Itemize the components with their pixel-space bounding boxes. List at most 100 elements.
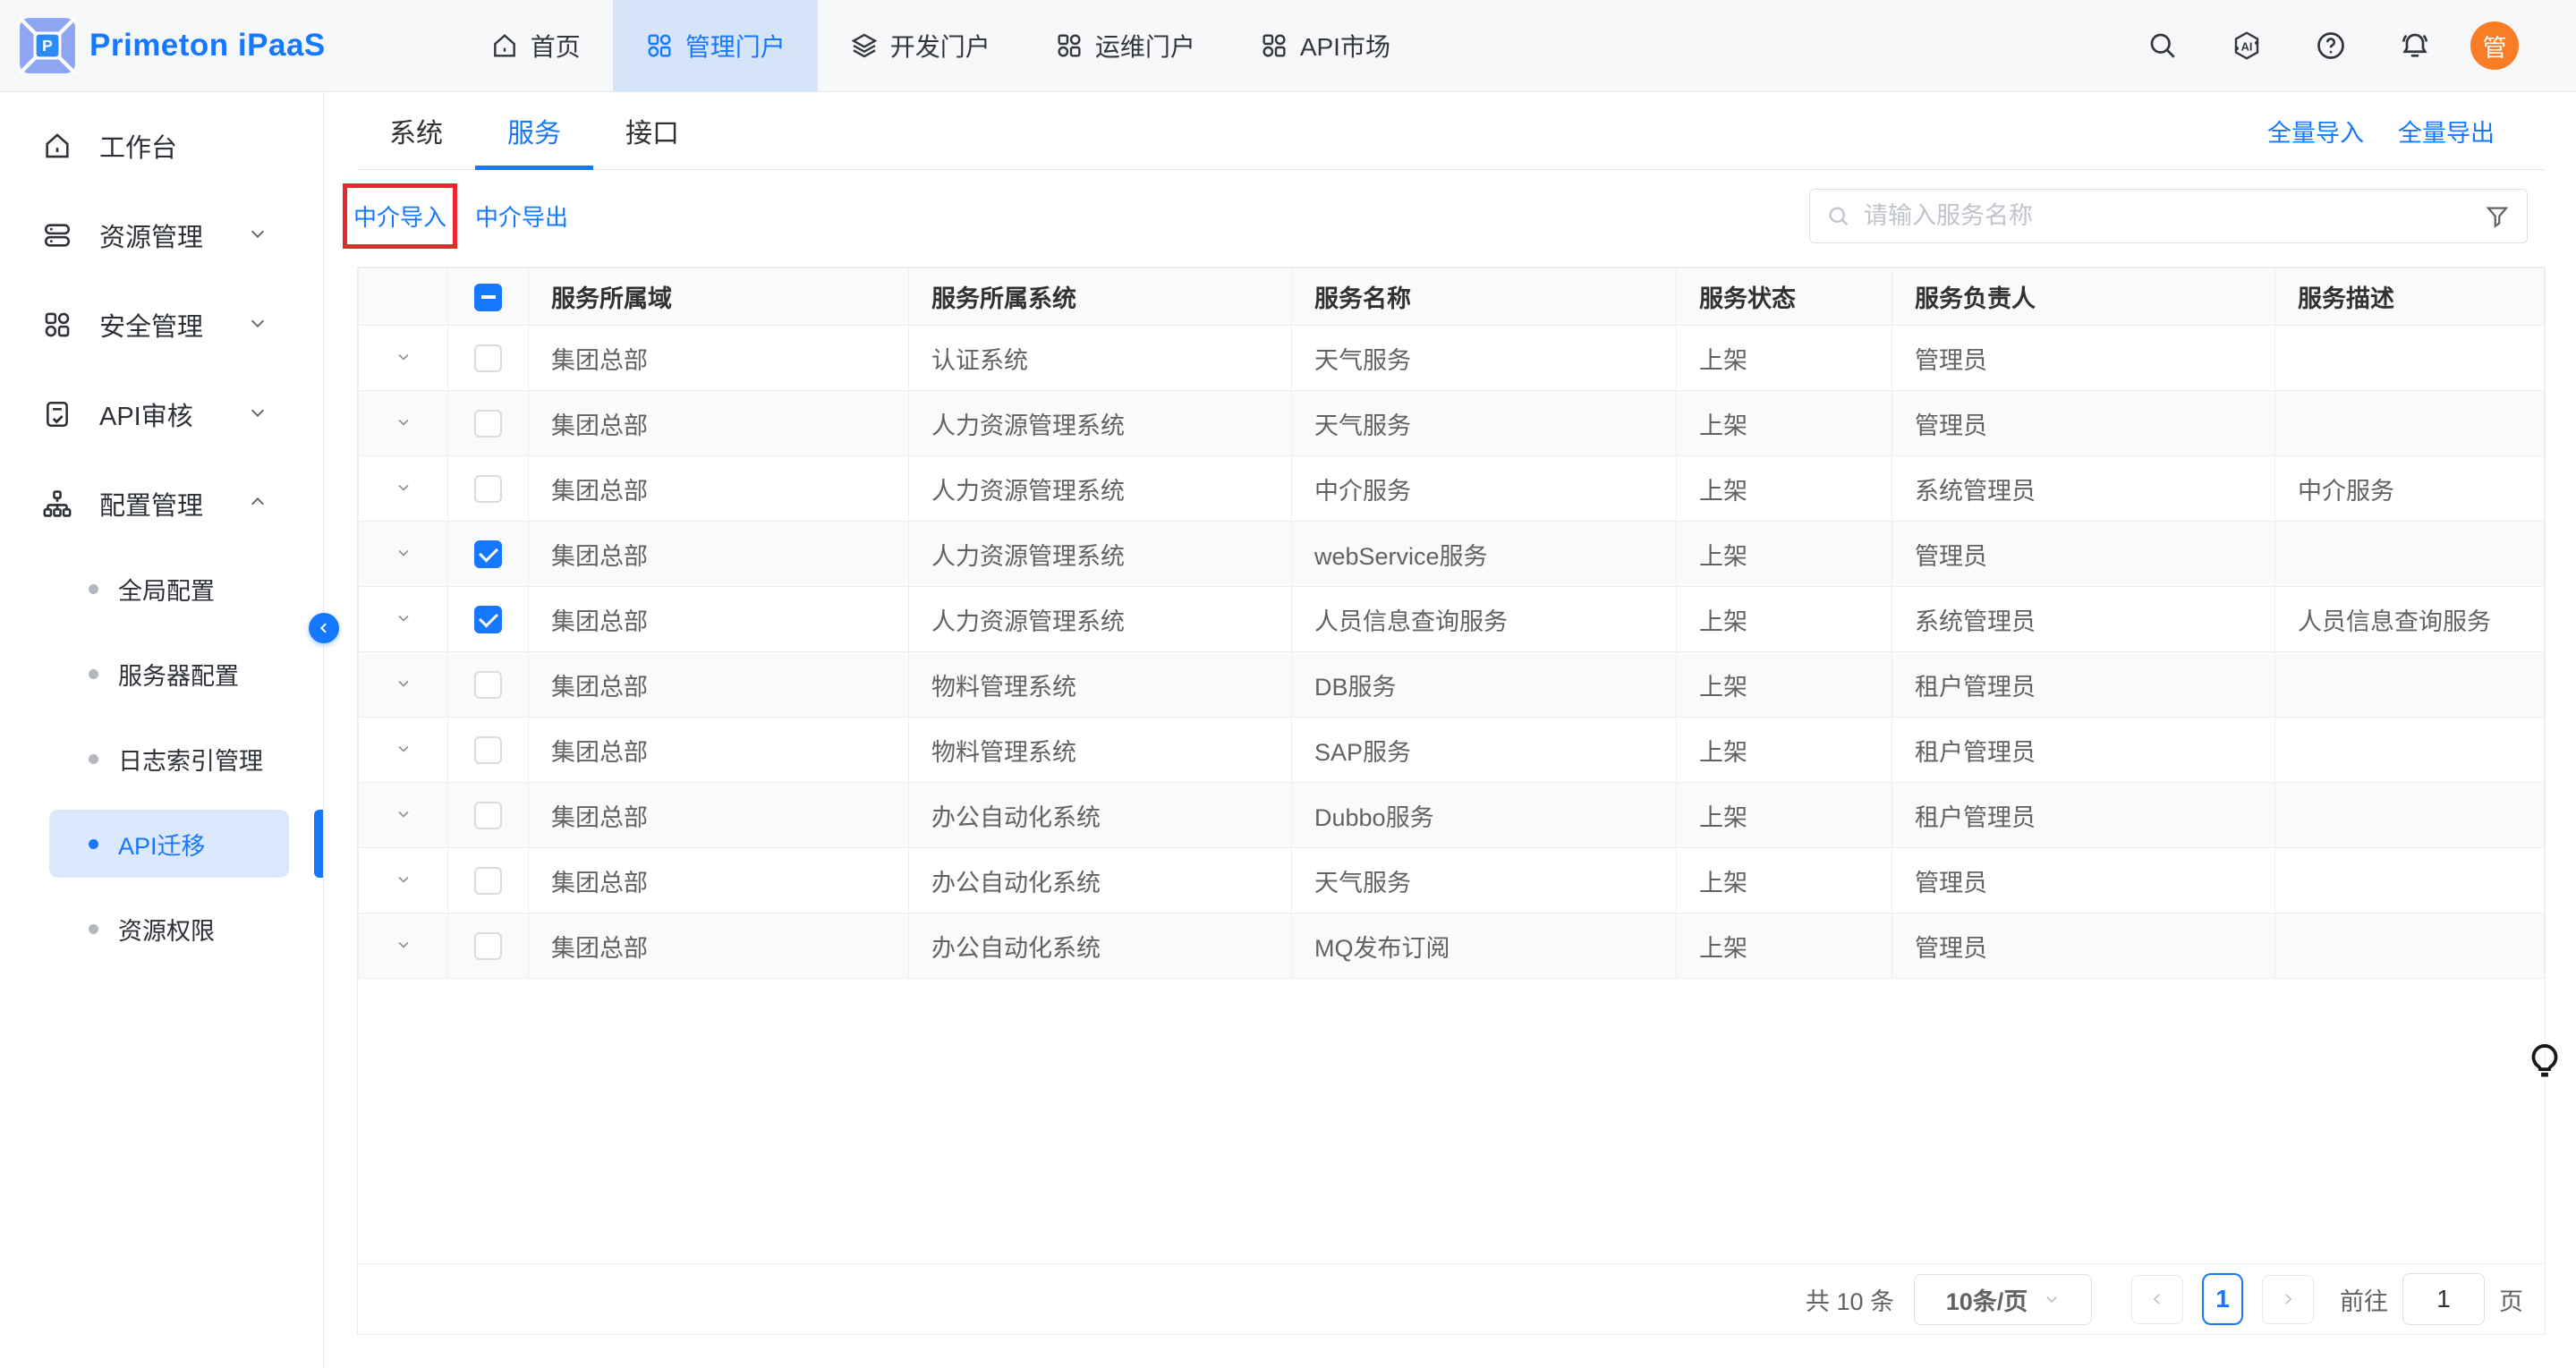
pagination-bar: 共 10 条 10条/页 1 前往 页 bbox=[357, 1264, 2546, 1335]
search-icon[interactable] bbox=[2134, 17, 2191, 74]
tab-service[interactable]: 服务 bbox=[475, 92, 593, 169]
nav-item-home[interactable]: 首页 bbox=[458, 0, 613, 91]
row-expand-chevron-icon[interactable] bbox=[395, 936, 412, 954]
row-expand-chevron-icon[interactable] bbox=[395, 348, 412, 366]
bell-icon[interactable] bbox=[2386, 17, 2444, 74]
table-row: 集团总部办公自动化系统MQ发布订阅上架管理员 bbox=[359, 913, 2545, 979]
row-expand-chevron-icon[interactable] bbox=[395, 805, 412, 823]
chevron-right-icon bbox=[2280, 1291, 2296, 1307]
body-row: 工作台 资源管理 安全管理 bbox=[0, 92, 2576, 1368]
sidebar-item-api-review[interactable]: API审核 bbox=[0, 370, 323, 459]
cell-owner: 租户管理员 bbox=[1892, 783, 2275, 848]
row-checkbox[interactable] bbox=[474, 802, 502, 829]
annotation-highlight-box: 中介导入 bbox=[343, 183, 457, 249]
help-icon[interactable] bbox=[2302, 17, 2359, 74]
row-checkbox[interactable] bbox=[474, 671, 502, 699]
avatar[interactable]: 管 bbox=[2470, 21, 2519, 70]
ai-assistant-icon[interactable]: AI bbox=[2218, 17, 2275, 74]
row-expand-chevron-icon[interactable] bbox=[395, 675, 412, 692]
grid-icon bbox=[1055, 31, 1084, 60]
full-export-link[interactable]: 全量导出 bbox=[2398, 114, 2495, 149]
active-item-indicator bbox=[314, 810, 323, 878]
row-checkbox[interactable] bbox=[474, 606, 502, 633]
row-expand-chevron-icon[interactable] bbox=[395, 413, 412, 431]
broker-import-button[interactable]: 中介导入 bbox=[353, 200, 446, 233]
sidebar-subitem-server-config[interactable]: 服务器配置 bbox=[49, 640, 289, 708]
sidebar-item-workbench[interactable]: 工作台 bbox=[0, 101, 323, 191]
row-checkbox[interactable] bbox=[474, 344, 502, 372]
tab-system[interactable]: 系统 bbox=[357, 92, 475, 169]
table-row: 集团总部人力资源管理系统webService服务上架管理员 bbox=[359, 522, 2545, 587]
table-row: 集团总部认证系统天气服务上架管理员 bbox=[359, 326, 2545, 391]
cell-owner: 租户管理员 bbox=[1892, 652, 2275, 718]
cell-system: 办公自动化系统 bbox=[909, 848, 1292, 913]
row-checkbox-cell bbox=[448, 326, 529, 391]
brand: P Primeton iPaaS bbox=[0, 0, 326, 91]
prev-page-button[interactable] bbox=[2131, 1275, 2183, 1324]
sidebar-collapse-button[interactable] bbox=[309, 613, 339, 643]
sidebar-subitem-api-migration[interactable]: API迁移 bbox=[49, 810, 289, 878]
next-page-button[interactable] bbox=[2262, 1275, 2314, 1324]
service-search-input[interactable] bbox=[1864, 202, 2484, 230]
nav-item-label: API市场 bbox=[1300, 28, 1390, 64]
sidebar-item-resources[interactable]: 资源管理 bbox=[0, 191, 323, 280]
row-checkbox[interactable] bbox=[474, 410, 502, 438]
row-expand-cell bbox=[359, 456, 448, 522]
table-header-row: 服务所属域服务所属系统服务名称服务状态服务负责人服务描述 bbox=[359, 268, 2545, 326]
service-search-box bbox=[1809, 189, 2528, 243]
sidebar-subitem-resource-permission[interactable]: 资源权限 bbox=[49, 895, 289, 963]
broker-export-button[interactable]: 中介导出 bbox=[475, 200, 568, 233]
sidebar-item-configuration[interactable]: 配置管理 bbox=[0, 459, 323, 548]
actions-row: 中介导入 中介导出 bbox=[357, 183, 2546, 249]
dot-icon bbox=[89, 839, 98, 849]
table-row: 集团总部办公自动化系统天气服务上架管理员 bbox=[359, 848, 2545, 913]
nav-item-dev-portal[interactable]: 开发门户 bbox=[818, 0, 1023, 91]
sidebar-item-security[interactable]: 安全管理 bbox=[0, 280, 323, 370]
cell-desc: 中介服务 bbox=[2275, 456, 2545, 522]
row-expand-chevron-icon[interactable] bbox=[395, 740, 412, 758]
cell-domain: 集团总部 bbox=[529, 913, 909, 979]
cell-owner: 管理员 bbox=[1892, 848, 2275, 913]
row-checkbox[interactable] bbox=[474, 867, 502, 895]
nav-item-admin-portal[interactable]: 管理门户 bbox=[613, 0, 818, 91]
row-checkbox[interactable] bbox=[474, 540, 502, 568]
sidebar-subitem-global-config[interactable]: 全局配置 bbox=[49, 555, 289, 623]
sidebar-subitem-log-index[interactable]: 日志索引管理 bbox=[49, 725, 289, 793]
filter-icon[interactable] bbox=[2484, 203, 2511, 230]
cell-desc bbox=[2275, 783, 2545, 848]
row-expand-cell bbox=[359, 718, 448, 783]
row-checkbox[interactable] bbox=[474, 932, 502, 960]
tab-interface[interactable]: 接口 bbox=[593, 92, 711, 169]
cell-system: 人力资源管理系统 bbox=[909, 587, 1292, 652]
header-actions: AI 管 bbox=[2134, 0, 2576, 91]
row-expand-chevron-icon[interactable] bbox=[395, 479, 412, 497]
select-all-checkbox[interactable] bbox=[474, 284, 502, 311]
row-expand-chevron-icon[interactable] bbox=[395, 609, 412, 627]
row-expand-chevron-icon[interactable] bbox=[395, 871, 412, 888]
current-page-button[interactable]: 1 bbox=[2202, 1273, 2243, 1325]
brand-name: Primeton iPaaS bbox=[89, 28, 326, 64]
sidebar-item-label: 资源管理 bbox=[99, 217, 203, 254]
sidebar-subitem-label: 全局配置 bbox=[118, 572, 215, 607]
goto-page-input[interactable] bbox=[2402, 1273, 2485, 1325]
row-checkbox[interactable] bbox=[474, 736, 502, 764]
cell-desc bbox=[2275, 326, 2545, 391]
row-expand-chevron-icon[interactable] bbox=[395, 544, 412, 562]
cell-desc bbox=[2275, 652, 2545, 718]
layers-icon bbox=[850, 31, 879, 60]
tabs-row: 系统 服务 接口 全量导入 全量导出 bbox=[357, 92, 2546, 170]
cell-desc bbox=[2275, 522, 2545, 587]
cell-desc bbox=[2275, 913, 2545, 979]
dot-icon bbox=[89, 754, 98, 764]
column-header: 服务所属系统 bbox=[909, 268, 1292, 326]
nav-item-ops-portal[interactable]: 运维门户 bbox=[1023, 0, 1228, 91]
full-import-link[interactable]: 全量导入 bbox=[2267, 114, 2364, 149]
grid-icon bbox=[1260, 31, 1288, 60]
cell-domain: 集团总部 bbox=[529, 522, 909, 587]
cell-owner: 系统管理员 bbox=[1892, 456, 2275, 522]
nav-item-api-market[interactable]: API市场 bbox=[1228, 0, 1423, 91]
cell-system: 物料管理系统 bbox=[909, 652, 1292, 718]
hint-lightbulb-icon[interactable] bbox=[2528, 1042, 2562, 1086]
row-checkbox[interactable] bbox=[474, 475, 502, 503]
page-size-select[interactable]: 10条/页 bbox=[1914, 1274, 2092, 1325]
